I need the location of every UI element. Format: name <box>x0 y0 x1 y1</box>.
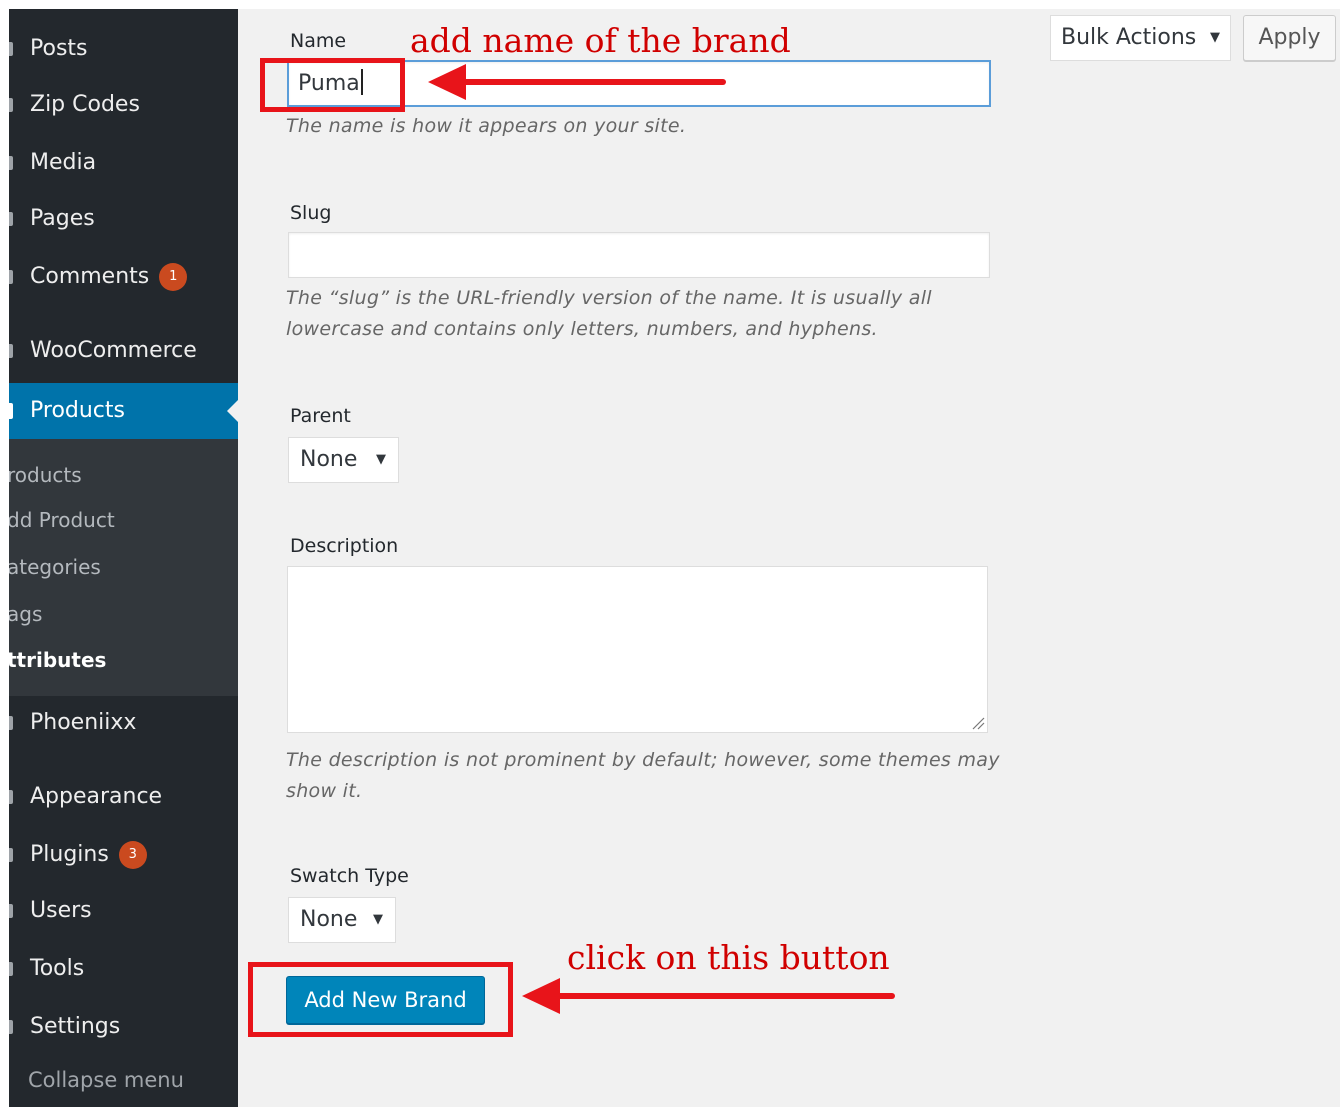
menu-item-media[interactable]: Media <box>9 139 238 187</box>
slug-input[interactable] <box>288 232 990 278</box>
menu-item-posts[interactable]: Posts <box>9 25 238 73</box>
woocommerce-icon <box>9 344 13 358</box>
menu-item-pages[interactable]: Pages <box>9 195 238 243</box>
menu-item-products[interactable]: Products <box>9 383 238 439</box>
slug-help-line-2: lowercase and contains only letters, num… <box>286 318 878 340</box>
chevron-down-icon: ▼ <box>376 452 386 467</box>
button-annotation-text: click on this button <box>567 938 890 977</box>
menu-item-label-wrap: Plugins 3 <box>30 831 147 879</box>
menu-item-label-wrap: Comments 1 <box>30 253 188 301</box>
menu-item-settings[interactable]: Settings <box>9 1003 238 1051</box>
menu-item-label: WooCommerce <box>30 338 197 363</box>
resize-handle-icon[interactable] <box>971 716 985 730</box>
slug-help-line-1: The “slug” is the URL-friendly version o… <box>286 287 932 309</box>
submenu-item-categories[interactable]: ategories <box>9 549 101 585</box>
menu-item-label: Settings <box>30 1014 121 1039</box>
submenu-item-add-product[interactable]: dd Product <box>9 502 115 538</box>
comments-icon <box>9 270 13 284</box>
name-input-highlight-box <box>260 58 405 112</box>
slug-label: Slug <box>290 202 332 224</box>
menu-item-tools[interactable]: Tools <box>9 945 238 993</box>
menu-item-users[interactable]: Users <box>9 887 238 935</box>
submenu-item-tags[interactable]: ags <box>9 596 42 632</box>
menu-item-label: Phoeniixx <box>30 710 137 735</box>
appearance-icon <box>9 790 13 804</box>
zip-codes-icon <box>9 98 13 112</box>
menu-item-phoeniixx[interactable]: Phoeniixx <box>9 699 238 747</box>
chevron-down-icon: ▼ <box>1210 30 1220 45</box>
menu-item-label: Plugins <box>30 842 109 867</box>
parent-select-value: None <box>300 447 358 472</box>
parent-label: Parent <box>290 405 351 427</box>
swatch-type-label: Swatch Type <box>290 865 409 887</box>
menu-item-label: Zip Codes <box>30 92 140 117</box>
menu-item-label: Appearance <box>30 784 163 809</box>
button-highlight-box <box>248 962 513 1037</box>
menu-item-label: Posts <box>30 36 88 61</box>
menu-item-label: Users <box>30 898 92 923</box>
menu-item-appearance[interactable]: Appearance <box>9 773 238 821</box>
menu-item-label: Tools <box>30 956 85 981</box>
tools-icon <box>9 962 13 976</box>
menu-item-zip-codes[interactable]: Zip Codes <box>9 81 238 129</box>
description-textarea[interactable] <box>287 566 988 733</box>
menu-item-woocommerce[interactable]: WooCommerce <box>9 327 238 375</box>
comments-count-badge: 1 <box>159 263 188 291</box>
admin-sidebar: Posts Zip Codes Media Pages Comments 1 Wo… <box>9 9 238 1107</box>
users-icon <box>9 904 13 918</box>
description-label: Description <box>290 535 399 557</box>
apply-button[interactable]: Apply <box>1243 15 1336 61</box>
description-help-line-2: show it. <box>286 780 363 802</box>
submenu-item-attributes[interactable]: ttributes <box>9 642 106 678</box>
swatch-type-select[interactable]: None ▼ <box>288 897 396 943</box>
menu-item-comments[interactable]: Comments 1 <box>9 253 238 301</box>
pages-icon <box>9 212 13 226</box>
collapse-menu-button[interactable]: Collapse menu <box>28 1068 184 1092</box>
menu-item-label: Media <box>30 150 97 175</box>
products-submenu: roducts dd Product ategories ags ttribut… <box>9 439 238 696</box>
menu-item-label: Comments <box>30 264 150 289</box>
chevron-down-icon: ▼ <box>373 912 383 927</box>
menu-item-label: Products <box>30 398 125 423</box>
bulk-actions-select[interactable]: Bulk Actions ▼ <box>1050 15 1231 61</box>
plugins-icon <box>9 848 13 862</box>
submenu-item-all-products[interactable]: roducts <box>9 457 82 493</box>
menu-item-plugins[interactable]: Plugins 3 <box>9 831 238 879</box>
parent-select[interactable]: None ▼ <box>288 437 399 483</box>
media-icon <box>9 156 13 170</box>
swatch-type-select-value: None <box>300 907 358 932</box>
active-indicator <box>227 400 238 422</box>
name-help-text: The name is how it appears on your site. <box>286 115 687 137</box>
menu-item-label: Pages <box>30 206 95 231</box>
products-icon <box>9 403 13 419</box>
bulk-actions-value: Bulk Actions <box>1061 25 1197 50</box>
posts-icon <box>9 42 13 56</box>
phoeniixx-icon <box>9 716 13 730</box>
name-annotation-text: add name of the brand <box>410 21 791 60</box>
plugins-update-badge: 3 <box>118 841 147 869</box>
description-help-line-1: The description is not prominent by defa… <box>286 749 1000 771</box>
settings-icon <box>9 1020 13 1034</box>
name-label: Name <box>290 30 347 52</box>
